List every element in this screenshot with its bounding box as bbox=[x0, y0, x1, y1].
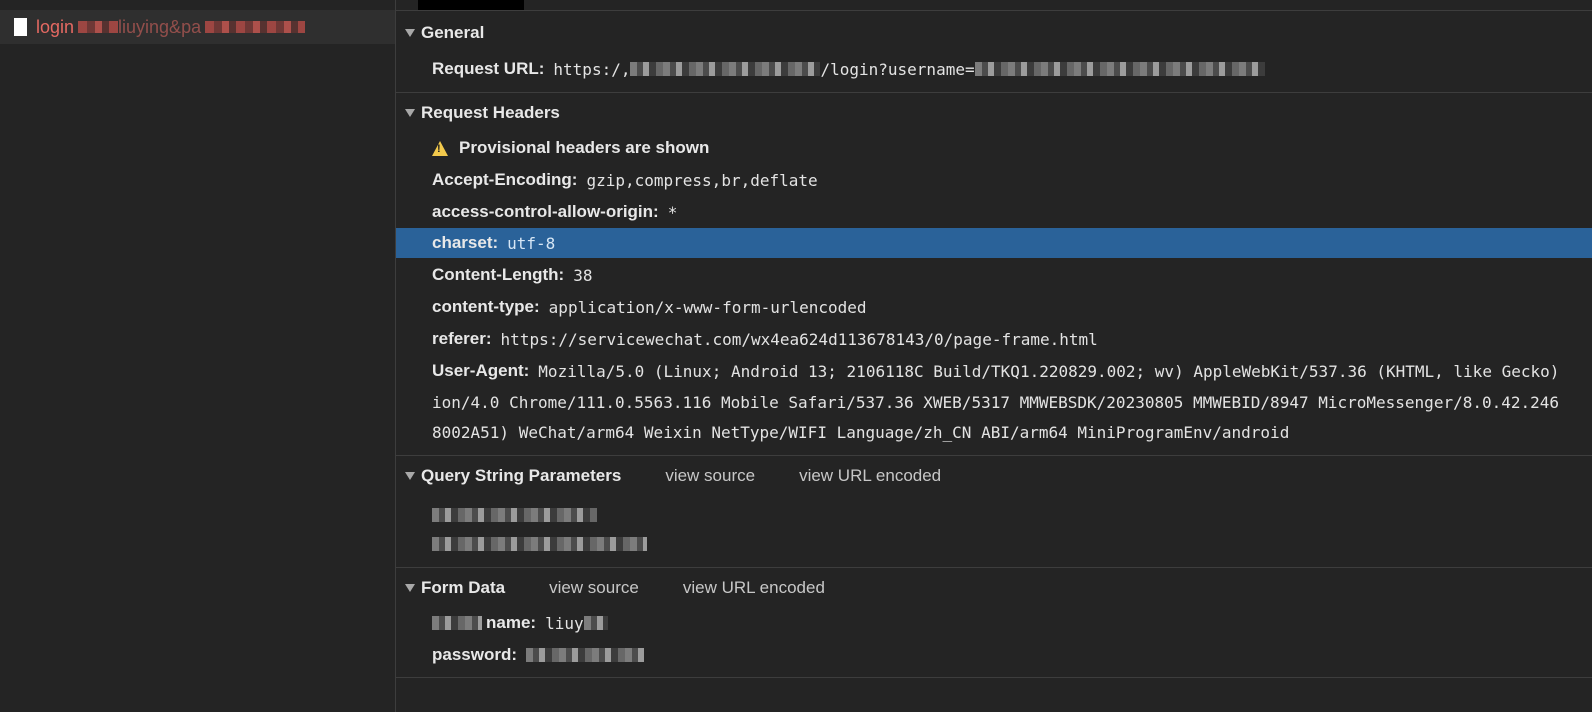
header-value: https://servicewechat.com/wx4ea624d11367… bbox=[500, 329, 1098, 349]
general-title: General bbox=[421, 23, 485, 42]
header-value: utf-8 bbox=[507, 233, 556, 253]
header-row[interactable]: Accept-Encoding: gzip,compress,br,deflat… bbox=[432, 166, 818, 194]
warning-icon bbox=[432, 140, 448, 156]
headers-pane: General Request URL: https:/, /login?use… bbox=[396, 0, 1592, 712]
tab-strip bbox=[396, 0, 1592, 11]
request-url-label: Request URL: bbox=[432, 59, 545, 78]
user-agent-continuation: ion/4.0 Chrome/111.0.5563.116 Mobile Saf… bbox=[432, 388, 1559, 416]
query-string-header[interactable]: Query String Parameters view source view… bbox=[396, 463, 941, 489]
user-agent-line-1: Mozilla/5.0 (Linux; Android 13; 2106118C… bbox=[538, 361, 1560, 381]
header-row[interactable]: access-control-allow-origin: * bbox=[432, 198, 677, 226]
header-row[interactable]: referer: https://servicewechat.com/wx4ea… bbox=[432, 325, 1098, 353]
header-key: User-Agent: bbox=[432, 361, 530, 380]
general-section: General Request URL: https:/, /login?use… bbox=[396, 11, 1592, 93]
header-key: referer: bbox=[432, 329, 492, 348]
request-list-item[interactable]: login liuying&pa bbox=[0, 10, 395, 44]
expand-triangle-icon bbox=[405, 29, 415, 37]
redacted-area bbox=[630, 62, 821, 76]
form-field-value: liuy bbox=[545, 613, 584, 633]
header-key: charset: bbox=[432, 233, 499, 252]
header-value: 38 bbox=[573, 265, 593, 285]
request-type-icon bbox=[14, 18, 27, 36]
header-row[interactable]: Content-Length: 38 bbox=[432, 261, 592, 289]
redacted-area bbox=[205, 21, 306, 33]
provisional-warning: Provisional headers are shown bbox=[432, 134, 718, 162]
form-data-header[interactable]: Form Data view source view URL encoded bbox=[396, 575, 825, 601]
request-name: login bbox=[36, 16, 75, 37]
view-source-link[interactable]: view source bbox=[549, 578, 639, 598]
view-source-link[interactable]: view source bbox=[665, 466, 755, 486]
request-headers-title: Request Headers bbox=[421, 103, 560, 122]
redacted-area bbox=[974, 62, 1265, 76]
query-string-section: Query String Parameters view source view… bbox=[396, 455, 1592, 568]
header-value: application/x-www-form-urlencoded bbox=[548, 297, 867, 317]
header-key: Content-Length: bbox=[432, 265, 565, 284]
request-list-pane: login liuying&pa bbox=[0, 0, 396, 712]
redacted-area bbox=[432, 616, 482, 630]
redacted-area bbox=[432, 508, 597, 522]
form-field-row[interactable]: name: liuy bbox=[432, 609, 608, 637]
header-key: access-control-allow-origin: bbox=[432, 202, 659, 221]
user-agent-line-3: 8002A51) WeChat/arm64 Weixin NetType/WIF… bbox=[432, 422, 1290, 442]
query-param-row[interactable] bbox=[432, 530, 647, 558]
redacted-area bbox=[78, 21, 119, 33]
user-agent-continuation: 8002A51) WeChat/arm64 Weixin NetType/WIF… bbox=[432, 418, 1289, 446]
view-url-encoded-link[interactable]: view URL encoded bbox=[683, 578, 825, 598]
active-tab-indicator bbox=[418, 0, 524, 10]
request-url-path: /login?username= bbox=[820, 59, 975, 79]
redacted-area bbox=[583, 616, 608, 630]
redacted-area bbox=[432, 537, 647, 551]
user-agent-line-2: ion/4.0 Chrome/111.0.5563.116 Mobile Saf… bbox=[432, 392, 1560, 412]
user-agent-row[interactable]: User-Agent: Mozilla/5.0 (Linux; Android … bbox=[432, 357, 1559, 385]
request-url-row: Request URL: https:/, /login?username= bbox=[432, 55, 1265, 83]
header-row[interactable]: content-type: application/x-www-form-url… bbox=[432, 293, 867, 321]
form-data-section: Form Data view source view URL encoded n… bbox=[396, 567, 1592, 678]
form-field-key: password: bbox=[432, 645, 518, 664]
header-value: * bbox=[667, 202, 678, 222]
request-headers-header[interactable]: Request Headers bbox=[396, 100, 560, 126]
form-field-row[interactable]: password: bbox=[432, 641, 645, 669]
header-key: Accept-Encoding: bbox=[432, 170, 578, 189]
header-key: content-type: bbox=[432, 297, 540, 316]
warning-text: Provisional headers are shown bbox=[459, 138, 710, 157]
view-url-encoded-link[interactable]: view URL encoded bbox=[799, 466, 941, 486]
expand-triangle-icon bbox=[405, 472, 415, 480]
request-url-start: https:/, bbox=[553, 59, 631, 79]
query-param-row[interactable] bbox=[432, 501, 597, 529]
expand-triangle-icon bbox=[405, 584, 415, 592]
expand-triangle-icon bbox=[405, 109, 415, 117]
header-row-selected[interactable]: charset: utf-8 bbox=[396, 228, 1592, 258]
general-header[interactable]: General bbox=[396, 20, 484, 46]
redacted-area bbox=[526, 648, 645, 662]
request-headers-section: Request Headers Provisional headers are … bbox=[396, 92, 1592, 456]
form-field-key: name: bbox=[486, 613, 537, 632]
query-string-title: Query String Parameters bbox=[421, 466, 622, 485]
form-data-title: Form Data bbox=[421, 578, 506, 597]
request-name-fragment: liuying&pa bbox=[118, 16, 202, 37]
header-value: gzip,compress,br,deflate bbox=[586, 170, 818, 190]
